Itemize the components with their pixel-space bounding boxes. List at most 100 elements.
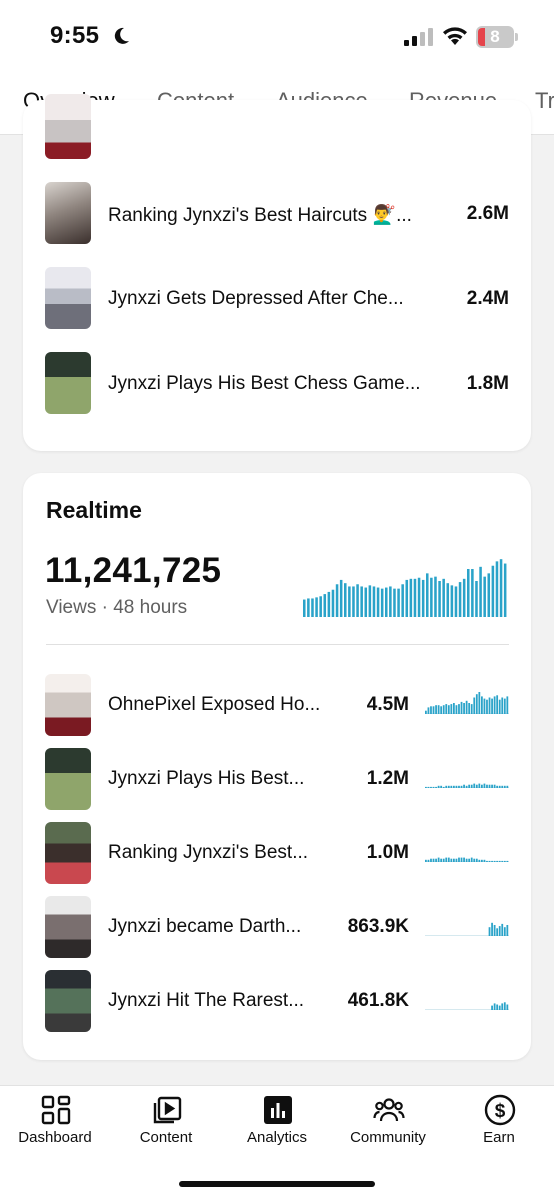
sparkline-bar (475, 694, 478, 714)
sparkline-bar (501, 697, 504, 714)
video-sparkline (425, 1002, 509, 1010)
chart-bar (335, 584, 339, 617)
sparkline-bar (465, 858, 468, 862)
video-thumbnail[interactable] (45, 748, 91, 810)
sparkline-bar (450, 785, 453, 788)
video-thumbnail[interactable] (45, 674, 91, 736)
sparkline-bar (442, 858, 445, 862)
sparkline-bar (493, 696, 496, 714)
video-title[interactable]: Ranking Jynxzi's Best... (108, 842, 338, 864)
sparkline-bar (491, 698, 493, 714)
video-thumbnail[interactable] (45, 94, 91, 159)
nav-content[interactable]: Content (111, 1086, 221, 1156)
chart-bar (380, 588, 384, 617)
sparkline-bar (506, 785, 509, 788)
sparkline-bar (501, 923, 504, 936)
chart-bar (376, 587, 380, 617)
chart-bar (413, 578, 417, 617)
sparkline-bar (488, 697, 491, 714)
video-thumbnail[interactable] (45, 970, 91, 1032)
sparkline-bar (453, 858, 455, 862)
chart-bar (499, 559, 503, 617)
chart-bar (405, 579, 409, 617)
nav-analytics[interactable]: Analytics (222, 1086, 332, 1156)
video-title[interactable]: Ranking Jynxzi's Best Haircuts 💇‍♂️... (108, 203, 438, 227)
nav-label: Earn (483, 1129, 515, 1146)
sparkline-bar (445, 704, 448, 714)
earn-icon: $ (484, 1094, 516, 1126)
sparkline-bar (483, 859, 486, 862)
top-content-card: Ranking Jynxzi's Best Haircuts 💇‍♂️... 2… (23, 94, 531, 451)
chart-bar (458, 582, 462, 617)
sparkline-bar (496, 785, 499, 788)
sparkline-bar (425, 710, 427, 714)
sparkline-bar (493, 925, 496, 936)
chart-bar (454, 586, 458, 617)
sparkline-bar (491, 784, 493, 788)
sparkline-bar (503, 860, 506, 862)
video-title[interactable]: Jynxzi Hit The Rarest... (108, 990, 338, 1012)
moon-icon (114, 27, 129, 44)
sparkline-bar (435, 705, 437, 714)
chart-bar (446, 583, 450, 617)
tab-trends[interactable]: Tr (535, 88, 554, 114)
chart-bar (479, 566, 482, 617)
nav-label: Analytics (246, 1129, 308, 1146)
video-views: 1.2M (366, 768, 409, 789)
sparkline-bar (432, 858, 435, 862)
sparkline-bar (498, 926, 501, 936)
sparkline-bar (427, 786, 430, 788)
video-title[interactable]: Jynxzi Gets Depressed After Che... (108, 288, 438, 310)
sparkline-bar (458, 785, 460, 788)
sparkline-bar (427, 707, 430, 714)
chart-bar (352, 586, 355, 617)
sparkline-bar (496, 1004, 499, 1010)
video-thumbnail[interactable] (45, 267, 91, 329)
chart-bar (307, 598, 310, 617)
chart-bar (487, 573, 491, 617)
chart-bar (401, 584, 404, 617)
sparkline-bar (503, 1002, 506, 1010)
sparkline-bar (437, 705, 440, 714)
chart-bar (417, 577, 421, 617)
video-title[interactable]: Jynxzi Plays His Best... (108, 768, 338, 790)
sparkline-bar (468, 784, 471, 788)
dashboard-icon (41, 1095, 71, 1125)
sparkline-bar (483, 698, 486, 714)
video-views: 4.5M (366, 694, 409, 715)
nav-dashboard[interactable]: Dashboard (0, 1086, 110, 1156)
community-icon (373, 1098, 405, 1122)
sparkline-bar (475, 858, 478, 862)
sparkline-bar (425, 786, 427, 788)
video-title[interactable]: Jynxzi became Darth... (108, 916, 338, 938)
sparkline-bar (491, 860, 493, 862)
sparkline-bar (473, 697, 476, 714)
sparkline-bar (478, 692, 481, 714)
realtime-card[interactable]: Realtime 11,241,725 Views · 48 hours Ohn… (23, 473, 531, 1060)
nav-community[interactable]: Community (333, 1086, 443, 1156)
video-title[interactable]: OhnePixel Exposed Ho... (108, 694, 338, 716)
chart-bar (442, 578, 445, 617)
video-thumbnail[interactable] (45, 896, 91, 958)
sparkline-bar (498, 785, 501, 788)
status-bar: 9:55 8 (0, 0, 554, 74)
video-title[interactable]: Jynxzi Plays His Best Chess Game... (108, 373, 438, 395)
video-sparkline (425, 857, 509, 862)
sparkline-bar (468, 703, 471, 714)
nav-earn[interactable]: $ Earn (444, 1086, 554, 1156)
video-sparkline (425, 922, 509, 936)
chart-bar (438, 581, 441, 617)
chart-bar (344, 583, 347, 617)
chart-bar (323, 594, 327, 617)
chart-bar (409, 578, 413, 617)
video-thumbnail[interactable] (45, 352, 91, 414)
sparkline-bar (468, 858, 471, 862)
chart-bar (491, 565, 495, 617)
wifi-icon (443, 27, 467, 45)
video-thumbnail[interactable] (45, 182, 91, 244)
video-thumbnail[interactable] (45, 822, 91, 884)
chart-bar (397, 588, 400, 617)
sparkline-bar (430, 858, 432, 862)
sparkline-bar (498, 699, 501, 714)
home-indicator (179, 1181, 375, 1187)
